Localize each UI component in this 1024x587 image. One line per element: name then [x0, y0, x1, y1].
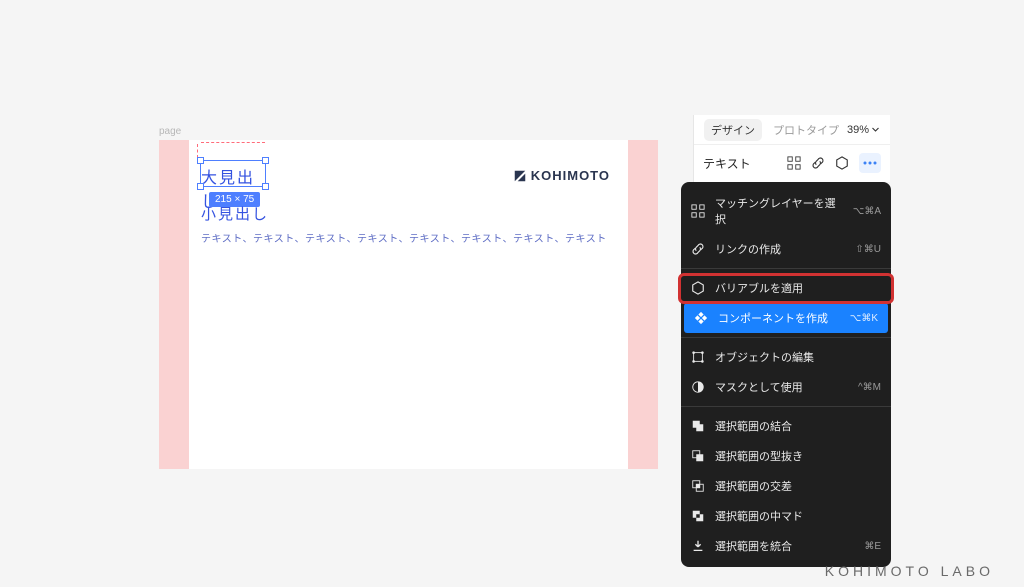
ctx-label: 選択範囲の型抜き — [715, 448, 803, 464]
resize-handle-tr[interactable] — [262, 157, 269, 164]
zoom-value: 39% — [847, 124, 869, 136]
resize-handle-tl[interactable] — [197, 157, 204, 164]
context-separator — [681, 337, 891, 338]
context-separator — [681, 268, 891, 269]
ctx-use-as-mask[interactable]: マスクとして使用 ^⌘M — [681, 372, 891, 402]
zoom-dropdown[interactable]: 39% — [847, 124, 880, 136]
component-icon — [694, 311, 708, 325]
tab-prototype[interactable]: プロトタイプ — [766, 119, 846, 141]
ctx-shortcut: ⌥⌘A — [853, 206, 881, 217]
ctx-label: 選択範囲の結合 — [715, 418, 792, 434]
subheading-text: 小見出し — [201, 203, 269, 224]
resize-handle-br[interactable] — [262, 183, 269, 190]
more-button[interactable] — [859, 153, 881, 173]
context-menu: マッチングレイヤーを選択 ⌥⌘A リンクの作成 ⇧⌘U バリアブルを適用 コンポ… — [681, 182, 891, 567]
grid-icon[interactable] — [787, 156, 801, 170]
panel-tabs-row: デザイン プロトタイプ 39% — [694, 115, 890, 145]
variable-icon — [691, 281, 705, 295]
selection-box[interactable]: 大見出し — [200, 160, 266, 187]
frame-label: page — [159, 126, 181, 137]
ctx-shortcut: ^⌘M — [858, 382, 881, 393]
edit-object-icon — [691, 350, 705, 364]
ctx-label: 選択範囲の中マド — [715, 508, 803, 524]
ctx-create-link[interactable]: リンクの作成 ⇧⌘U — [681, 234, 891, 264]
panel-text-row: テキスト — [694, 145, 890, 181]
brand-logo: KOHIMOTO — [513, 168, 610, 183]
ctx-create-component[interactable]: コンポーネントを作成 ⌥⌘K — [684, 303, 888, 333]
context-separator — [681, 406, 891, 407]
right-panel: デザイン プロトタイプ 39% テキスト — [693, 115, 890, 182]
ctx-label: マスクとして使用 — [715, 379, 803, 395]
mask-icon — [691, 380, 705, 394]
subtract-icon — [691, 449, 705, 463]
ctx-shortcut: ⌥⌘K — [850, 313, 878, 324]
resize-handle-bl[interactable] — [197, 183, 204, 190]
ctx-shortcut: ⇧⌘U — [855, 244, 881, 255]
canvas-frame[interactable]: 大見出し 215 × 75 小見出し テキスト、テキスト、テキスト、テキスト、テ… — [159, 140, 658, 469]
flatten-icon — [691, 539, 705, 553]
guide-vertical — [197, 144, 198, 158]
logo-mark-icon — [513, 169, 527, 183]
ctx-exclude[interactable]: 選択範囲の中マド — [681, 501, 891, 531]
ctx-flatten[interactable]: 選択範囲を統合 ⌘E — [681, 531, 891, 561]
variable-icon[interactable] — [835, 156, 849, 170]
ctx-union[interactable]: 選択範囲の結合 — [681, 411, 891, 441]
ctx-label: オブジェクトの編集 — [715, 349, 814, 365]
intersect-icon — [691, 479, 705, 493]
grid-icon — [691, 204, 705, 218]
body-text: テキスト、テキスト、テキスト、テキスト、テキスト、テキスト、テキスト、テキスト — [201, 230, 607, 245]
ctx-label: コンポーネントを作成 — [718, 310, 828, 326]
ctx-shortcut: ⌘E — [864, 541, 881, 552]
panel-tabs: デザイン プロトタイプ — [704, 119, 846, 141]
ctx-subtract[interactable]: 選択範囲の型抜き — [681, 441, 891, 471]
dots-icon — [863, 161, 877, 165]
ctx-matching-layers[interactable]: マッチングレイヤーを選択 ⌥⌘A — [681, 188, 891, 234]
chevron-down-icon — [871, 125, 880, 134]
app-stage: page 大見出し 215 × 75 小見出し テキスト、テキスト、テキスト、テ… — [0, 0, 1024, 587]
link-icon[interactable] — [811, 156, 825, 170]
ctx-intersect[interactable]: 選択範囲の交差 — [681, 471, 891, 501]
exclude-icon — [691, 509, 705, 523]
ctx-label: 選択範囲を統合 — [715, 538, 792, 554]
ctx-apply-variable[interactable]: バリアブルを適用 — [681, 273, 891, 303]
watermark: KOHIMOTO LABO — [825, 563, 994, 579]
logo-text: KOHIMOTO — [531, 168, 610, 183]
guide-horizontal — [201, 142, 265, 143]
ctx-label: マッチングレイヤーを選択 — [715, 195, 845, 227]
ctx-label: バリアブルを適用 — [715, 280, 803, 296]
ctx-edit-object[interactable]: オブジェクトの編集 — [681, 342, 891, 372]
tab-design[interactable]: デザイン — [704, 119, 762, 141]
union-icon — [691, 419, 705, 433]
ctx-label: 選択範囲の交差 — [715, 478, 792, 494]
ctx-label: リンクの作成 — [715, 241, 781, 257]
link-icon — [691, 242, 705, 256]
section-header-text: テキスト — [703, 155, 751, 172]
page-content: 大見出し 215 × 75 小見出し テキスト、テキスト、テキスト、テキスト、テ… — [189, 140, 628, 469]
